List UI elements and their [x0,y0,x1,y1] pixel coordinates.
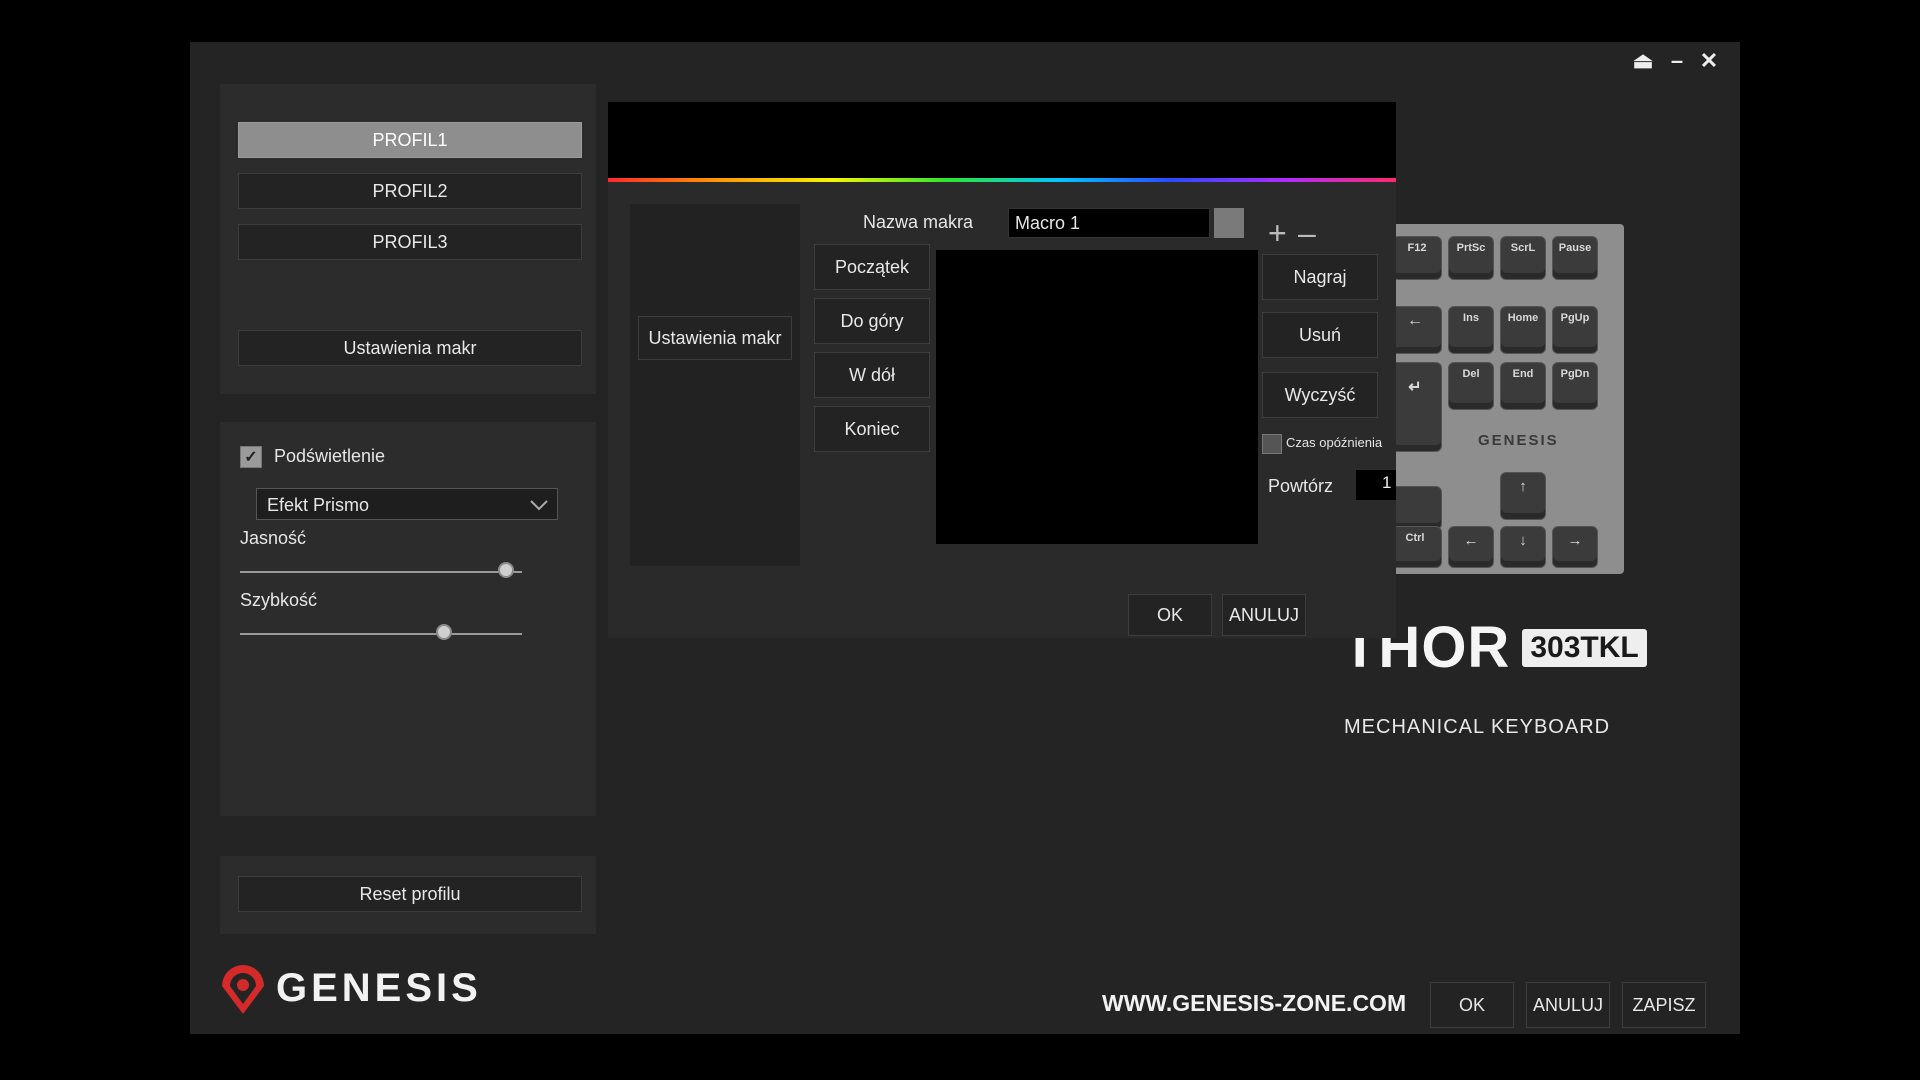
dialog-cancel-button[interactable]: ANULUJ [1222,594,1306,636]
reset-panel: Reset profilu [220,856,596,934]
add-macro-button[interactable]: + [1268,217,1287,249]
footer-cancel-button[interactable]: ANULUJ [1526,982,1610,1028]
footer-ok-button[interactable]: OK [1430,982,1514,1028]
footer-save-button[interactable]: ZAPISZ [1622,982,1706,1028]
dialog-ok-button[interactable]: OK [1128,594,1212,636]
key-arrow-left: ← [1448,526,1494,568]
brightness-slider-track[interactable] [240,571,522,573]
lighting-checkbox[interactable]: ✓ [240,446,262,468]
key-end: End [1500,362,1546,410]
effect-select-value: Efekt Prismo [267,495,370,515]
delay-label: Czas opóźnienia [1286,435,1383,450]
profile-2-button[interactable]: PROFIL2 [238,173,582,209]
lighting-panel: ✓ Podświetlenie Efekt Prismo Jasność Szy… [220,422,596,816]
macro-events-list[interactable] [936,250,1258,544]
clear-button[interactable]: Wyczyść [1262,372,1378,418]
key-del: Del [1448,362,1494,410]
macro-name-dropdown-button[interactable] [1214,208,1244,238]
macro-settings-button[interactable]: Ustawienia makr [238,330,582,366]
repeat-label: Powtórz [1268,476,1334,496]
product-model-badge: 303TKL [1522,628,1647,667]
macro-name-input[interactable]: Macro 1 [1008,208,1210,238]
nav-start-button[interactable]: Początek [814,244,930,290]
key-enter: ↵ [1388,362,1442,452]
macro-settings-panel: Ustawienia makr [220,306,596,394]
keyboard-logo: GENESIS [1478,432,1559,449]
record-button[interactable]: Nagraj [1262,254,1378,300]
macro-name-value: Macro 1 [1015,213,1081,233]
app-window: ⏏ – ✕ PROFIL1 PROFIL2 PROFIL3 Ustawienia… [190,42,1740,1034]
key-ins: Ins [1448,306,1494,354]
nav-up-button[interactable]: Do góry [814,298,930,344]
close-button[interactable]: ✕ [1696,46,1722,76]
genesis-brand-name: GENESIS [276,966,482,1010]
delay-checkbox[interactable] [1262,434,1282,454]
nav-end-button[interactable]: Koniec [814,406,930,452]
profiles-panel: PROFIL1 PROFIL2 PROFIL3 [220,84,596,320]
speed-label: Szybkość [240,590,318,610]
profile-1-button[interactable]: PROFIL1 [238,122,582,158]
macro-name-label: Nazwa makra [863,212,974,232]
website-url[interactable]: WWW.GENESIS-ZONE.COM [1102,990,1406,1017]
key-shift-partial [1388,486,1442,530]
product-subtitle: MECHANICAL KEYBOARD [1344,716,1611,738]
delete-button[interactable]: Usuń [1262,312,1378,358]
key-pgdn: PgDn [1552,362,1598,410]
effect-select[interactable]: Efekt Prismo [256,488,558,520]
minimize-button[interactable]: – [1664,46,1690,76]
key-arrow-up: ↑ [1500,472,1546,520]
macro-settings-tab[interactable]: Ustawienia makr [638,316,792,360]
key-home: Home [1500,306,1546,354]
key-arrow-right: → [1552,526,1598,568]
check-icon: ✓ [244,449,258,466]
remove-macro-button[interactable]: – [1298,217,1316,249]
repeat-input[interactable]: 1 [1356,470,1396,500]
key-arrow-down: ↓ [1500,526,1546,568]
key-pause: Pause [1552,236,1598,280]
key-backspace: ← [1388,306,1442,354]
key-scrl: ScrL [1500,236,1546,280]
lighting-label: Podświetlenie [274,446,386,466]
reset-profile-button[interactable]: Reset profilu [238,876,582,912]
genesis-logo-icon [222,965,264,1014]
macro-dialog-header [608,102,1396,180]
eject-icon[interactable]: ⏏ [1630,46,1656,76]
speed-slider-track[interactable] [240,633,522,635]
key-pgup: PgUp [1552,306,1598,354]
macro-dialog: Ustawienia makr Nazwa makra Macro 1 + – … [608,182,1396,638]
key-ctrl: Ctrl [1388,526,1442,568]
nav-down-button[interactable]: W dół [814,352,930,398]
chevron-down-icon [530,500,548,511]
macro-side-panel: Ustawienia makr [630,204,800,566]
profile-3-button[interactable]: PROFIL3 [238,224,582,260]
key-prtsc: PrtSc [1448,236,1494,280]
brightness-slider-thumb[interactable] [497,562,514,578]
brightness-label: Jasność [240,528,307,548]
keyboard-image: F12 PrtSc ScrL Pause ← Ins Home PgUp ↵ D… [1388,224,1624,574]
speed-slider-thumb[interactable] [435,624,452,640]
key-f12: F12 [1392,236,1442,280]
